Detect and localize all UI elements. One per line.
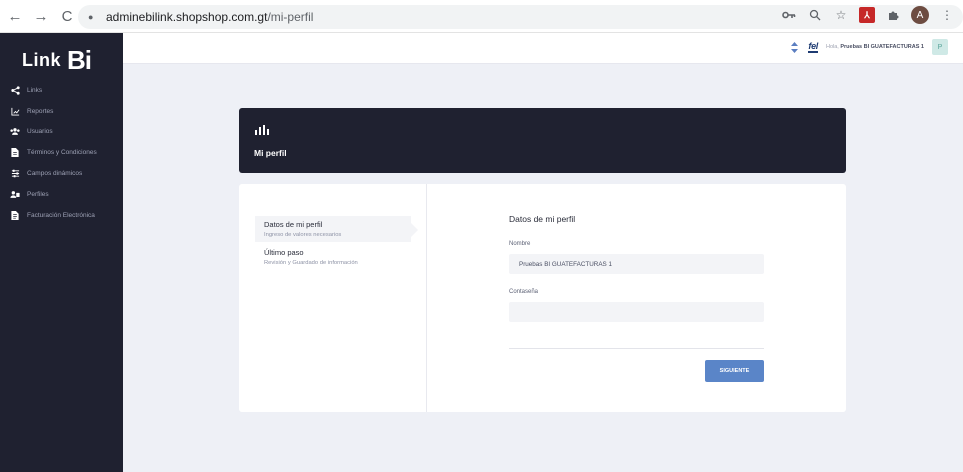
lock-icon: ● (88, 12, 94, 22)
step-title: Último paso (264, 248, 304, 257)
chart-icon (10, 106, 20, 116)
profile-form: Datos de mi perfil Nombre Contaseña (509, 214, 765, 349)
sidebar-item-label: Perfiles (27, 190, 49, 198)
reload-icon[interactable]: C (56, 5, 78, 27)
profiles-icon (10, 189, 20, 199)
invoice-icon (10, 210, 20, 220)
sidebar-item-label: Campos dinámicos (27, 170, 83, 178)
sidebar-item-links[interactable]: Links (0, 80, 123, 101)
sidebar-item-reportes[interactable]: Reportes (0, 101, 123, 122)
page-header-card: Mi perfil (239, 108, 846, 173)
key-icon[interactable] (781, 7, 797, 23)
pdf-extension-icon[interactable]: ⅄ (859, 7, 875, 23)
sidebar-item-label: Facturación Electrónica (27, 211, 95, 219)
users-icon (10, 127, 20, 137)
extensions-puzzle-icon[interactable] (885, 7, 901, 23)
sliders-icon (10, 169, 20, 179)
sidebar-item-terminos[interactable]: Términos y Condiciones (0, 142, 123, 163)
sidebar-item-label: Términos y Condiciones (27, 149, 97, 157)
sidebar-item-campos[interactable]: Campos dinámicos (0, 163, 123, 184)
step-description: Ingreso de valores necesarios (264, 232, 342, 238)
kebab-menu-icon[interactable]: ⋮ (939, 7, 955, 23)
user-greeting: Hola, Pruebas BI GUATEFACTURAS 1 (826, 44, 924, 50)
url-host: adminebilink.shopshop.com.gt (106, 10, 268, 24)
greeting-prefix: Hola, (825, 44, 839, 50)
wizard-steps: Datos de mi perfil Ingreso de valores ne… (239, 184, 427, 412)
sidebar: Link Bi Links Reportes Usuarios Términos… (0, 33, 123, 472)
sidebar-item-perfiles[interactable]: Perfiles (0, 184, 123, 205)
logo-word: Link (22, 50, 62, 70)
sidebar-item-label: Usuarios (27, 128, 53, 136)
url-path: /mi-perfil (267, 10, 314, 24)
profile-wizard-card: Datos de mi perfil Ingreso de valores ne… (239, 184, 846, 412)
password-label: Contaseña (509, 289, 539, 295)
document-icon (10, 148, 20, 158)
fel-logo: fel (808, 40, 818, 53)
user-avatar[interactable]: P (932, 39, 948, 55)
password-input[interactable] (509, 302, 764, 322)
bars-chart-icon (255, 125, 269, 135)
page-title: Mi perfil (254, 148, 287, 158)
form-title: Datos de mi perfil (509, 214, 576, 224)
sidebar-item-facturacion[interactable]: Facturación Electrónica (0, 205, 123, 226)
arrows-swap-icon[interactable] (788, 41, 800, 53)
share-icon (10, 85, 20, 95)
next-button[interactable]: SIGUIENTE (705, 360, 764, 382)
app-logo[interactable]: Link Bi (22, 45, 92, 76)
top-header: fel Hola, Pruebas BI GUATEFACTURAS 1 P (123, 33, 963, 64)
step-datos-perfil[interactable]: Datos de mi perfil Ingreso de valores ne… (255, 216, 418, 242)
sidebar-nav: Links Reportes Usuarios Términos y Condi… (0, 80, 123, 226)
zoom-icon[interactable] (807, 7, 823, 23)
logo-bi: Bi (67, 45, 92, 75)
sidebar-item-usuarios[interactable]: Usuarios (0, 122, 123, 143)
step-title: Datos de mi perfil (264, 220, 323, 229)
user-name: Pruebas BI GUATEFACTURAS 1 (840, 44, 924, 50)
back-icon[interactable]: ← (4, 5, 26, 27)
forward-icon[interactable]: → (30, 5, 52, 27)
browser-toolbar: ← → C ● adminebilink.shopshop.com.gt/mi-… (0, 0, 963, 33)
sidebar-item-label: Reportes (27, 107, 54, 115)
star-icon[interactable]: ☆ (833, 7, 849, 23)
name-label: Nombre (509, 241, 531, 247)
sidebar-item-label: Links (27, 86, 43, 94)
browser-profile-avatar[interactable]: A (911, 6, 929, 24)
step-ultimo-paso[interactable]: Último paso Revisión y Guardado de infor… (255, 244, 411, 270)
name-input[interactable] (509, 254, 764, 274)
form-divider (509, 348, 764, 349)
step-description: Revisión y Guardado de información (264, 260, 358, 266)
